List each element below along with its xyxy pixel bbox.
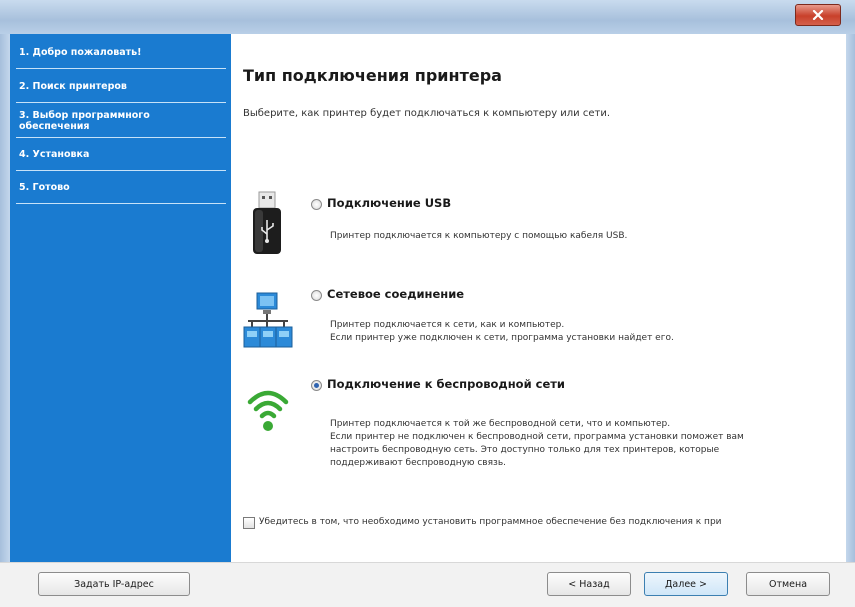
step-divider xyxy=(16,170,226,171)
network-option-desc-line-1: Принтер подключается к сети, как и компь… xyxy=(330,320,565,330)
window-frame-left xyxy=(0,34,10,572)
step-divider xyxy=(16,102,226,103)
step-install: 4. Установка xyxy=(19,149,90,160)
title-bar xyxy=(0,0,855,34)
wireless-radio[interactable] xyxy=(311,380,322,391)
usb-radio[interactable] xyxy=(311,199,322,210)
usb-option-desc: Принтер подключается к компьютеру с помо… xyxy=(330,231,628,241)
wireless-option-desc-line-4: поддерживают беспроводную связь. xyxy=(330,458,506,468)
step-divider xyxy=(16,137,226,138)
wireless-option-desc-line-1: Принтер подключается к той же беспроводн… xyxy=(330,419,671,429)
step-welcome: 1. Добро пожаловать! xyxy=(19,47,142,58)
wifi-icon xyxy=(246,386,290,438)
next-button[interactable]: Далее > xyxy=(644,572,728,596)
close-button[interactable] xyxy=(795,4,841,26)
usb-icon xyxy=(249,190,285,260)
usb-option-title[interactable]: Подключение USB xyxy=(327,196,451,210)
network-radio[interactable] xyxy=(311,290,322,301)
step-done: 5. Готово xyxy=(19,182,70,193)
back-button[interactable]: < Назад xyxy=(547,572,631,596)
install-without-connection-label[interactable]: Убедитесь в том, что необходимо установи… xyxy=(259,517,722,527)
wireless-option-desc-line-2: Если принтер не подключен к беспроводной… xyxy=(330,432,744,442)
step-software-select: 3. Выбор программного обеспечения xyxy=(19,110,150,132)
window-frame-right xyxy=(846,34,855,572)
wireless-option-desc-line-3: настроить беспроводную сеть. Это доступн… xyxy=(330,445,720,455)
network-option-title[interactable]: Сетевое соединение xyxy=(327,287,464,301)
cancel-button[interactable]: Отмена xyxy=(746,572,830,596)
install-without-connection-checkbox[interactable] xyxy=(243,517,255,529)
network-icon xyxy=(243,291,293,353)
wireless-option-title[interactable]: Подключение к беспроводной сети xyxy=(327,377,565,391)
set-ip-address-button[interactable]: Задать IP-адрес xyxy=(38,572,190,596)
step-divider xyxy=(16,68,226,69)
step-printer-search: 2. Поиск принтеров xyxy=(19,81,127,92)
wizard-steps-sidebar: 1. Добро пожаловать! 2. Поиск принтеров … xyxy=(10,34,231,572)
close-icon xyxy=(812,10,824,20)
network-option-desc-line-2: Если принтер уже подключен к сети, прогр… xyxy=(330,333,674,343)
page-title: Тип подключения принтера xyxy=(243,66,502,85)
step-divider xyxy=(16,203,226,204)
page-subtitle: Выберите, как принтер будет подключаться… xyxy=(243,108,611,119)
